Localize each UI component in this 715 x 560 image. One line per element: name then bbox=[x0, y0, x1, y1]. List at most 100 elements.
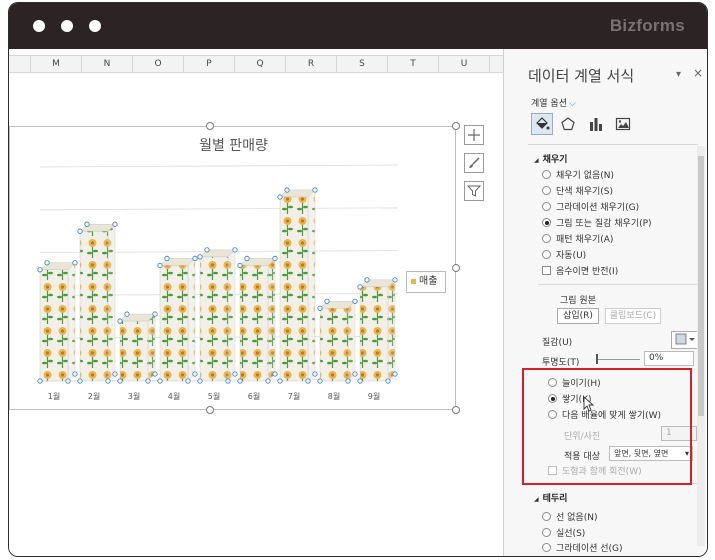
radio-button[interactable] bbox=[542, 528, 551, 537]
bar-selection-marker[interactable] bbox=[164, 255, 170, 262]
chart-bar[interactable] bbox=[237, 255, 278, 384]
close-icon[interactable]: × bbox=[693, 66, 703, 80]
chart-filters-button[interactable] bbox=[464, 181, 484, 201]
radio-automatic-fill[interactable]: 자동(U) bbox=[542, 249, 586, 263]
border-section-header[interactable]: ◢ 테두리 bbox=[534, 491, 567, 504]
radio-button[interactable] bbox=[542, 202, 551, 211]
column-header[interactable]: T bbox=[388, 56, 439, 72]
window-dot-1[interactable] bbox=[33, 20, 45, 32]
bar-selection-marker[interactable] bbox=[197, 254, 203, 260]
bar-selection-marker[interactable] bbox=[152, 371, 158, 377]
bar-selection-marker[interactable] bbox=[152, 311, 158, 317]
bar-selection-marker[interactable] bbox=[317, 305, 323, 311]
radio-solid-line[interactable]: 실선(S) bbox=[542, 527, 585, 541]
chart-elements-button[interactable] bbox=[464, 125, 484, 145]
column-header[interactable]: N bbox=[82, 56, 133, 72]
bar-selection-marker[interactable] bbox=[157, 262, 163, 269]
column-header[interactable]: O bbox=[133, 56, 184, 72]
bar-selection-marker[interactable] bbox=[237, 262, 243, 269]
spreadsheet-area[interactable]: M N O P Q R S T U 월별 판매량 1월 2월 3월 4월 5월 6월 7월 8… bbox=[9, 49, 503, 556]
column-header-partial[interactable] bbox=[9, 56, 31, 72]
column-header[interactable]: R bbox=[286, 56, 337, 72]
bar-selection-marker[interactable] bbox=[77, 228, 83, 234]
radio-button[interactable] bbox=[542, 250, 551, 259]
bar-selection-marker[interactable] bbox=[84, 221, 90, 227]
bar-selection-marker[interactable] bbox=[277, 194, 283, 200]
pane-options-icon[interactable]: ▾ bbox=[676, 69, 681, 80]
radio-picture-fill[interactable]: 그림 또는 질감 채우기(P) bbox=[542, 217, 652, 231]
chart-bar[interactable] bbox=[157, 255, 198, 384]
bar-selection-marker[interactable] bbox=[225, 378, 231, 384]
invert-if-negative-checkbox[interactable]: 음수이면 반전(I) bbox=[542, 265, 618, 279]
insert-button[interactable]: 삽입(R) bbox=[557, 308, 599, 324]
clipboard-button[interactable]: 클립보드(C) bbox=[605, 308, 661, 324]
window-dot-3[interactable] bbox=[89, 20, 101, 32]
radio-button[interactable] bbox=[542, 170, 551, 179]
resize-handle[interactable] bbox=[452, 122, 460, 130]
column-header[interactable]: Q bbox=[235, 56, 286, 72]
bar-selection-marker[interactable] bbox=[117, 378, 123, 384]
bar-selection-marker[interactable] bbox=[192, 255, 198, 262]
bar-selection-marker[interactable] bbox=[37, 378, 43, 384]
bar-selection-marker[interactable] bbox=[65, 378, 71, 384]
chart-bar[interactable] bbox=[317, 298, 358, 384]
bar-selection-marker[interactable] bbox=[237, 378, 243, 384]
checkbox[interactable] bbox=[542, 266, 551, 275]
bar-selection-marker[interactable] bbox=[312, 371, 318, 377]
bar-selection-marker[interactable] bbox=[145, 378, 151, 384]
bar-selection-marker[interactable] bbox=[112, 221, 118, 227]
bar-selection-marker[interactable] bbox=[305, 378, 311, 384]
chart-bar[interactable] bbox=[117, 311, 158, 384]
resize-handle[interactable] bbox=[452, 264, 460, 272]
bar-selection-marker[interactable] bbox=[117, 318, 123, 324]
bar-selection-marker[interactable] bbox=[204, 247, 210, 253]
bar-selection-marker[interactable] bbox=[364, 277, 370, 283]
pane-scrollbar[interactable] bbox=[697, 146, 705, 546]
radio-button[interactable] bbox=[542, 186, 551, 195]
column-header[interactable]: M bbox=[31, 56, 82, 72]
chart-bar[interactable] bbox=[77, 221, 118, 384]
bar-selection-marker[interactable] bbox=[277, 378, 283, 384]
fill-section-header[interactable]: ◢ 채우기 bbox=[534, 152, 567, 165]
radio-gradient-line[interactable]: 그라데이션 선(G) bbox=[542, 542, 623, 553]
chart-styles-button[interactable] bbox=[464, 153, 484, 173]
bar-selection-marker[interactable] bbox=[324, 298, 330, 304]
slider-thumb[interactable] bbox=[596, 354, 598, 364]
radio-solid-fill[interactable]: 단색 채우기(S) bbox=[542, 185, 613, 199]
radio-gradient-fill[interactable]: 그라데이션 채우기(G) bbox=[542, 201, 639, 215]
bar-selection-marker[interactable] bbox=[157, 378, 163, 384]
bar-selection-marker[interactable] bbox=[112, 371, 118, 377]
radio-button-selected[interactable] bbox=[542, 218, 551, 227]
bar-selection-marker[interactable] bbox=[352, 371, 358, 377]
bar-selection-marker[interactable] bbox=[317, 378, 323, 384]
chart-bar[interactable] bbox=[277, 187, 318, 384]
bar-selection-marker[interactable] bbox=[345, 378, 351, 384]
scrollbar-thumb[interactable] bbox=[698, 156, 704, 416]
tab-picture[interactable] bbox=[612, 113, 634, 135]
transparency-input[interactable]: 0% bbox=[644, 351, 694, 366]
bar-selection-marker[interactable] bbox=[385, 378, 391, 384]
bar-selection-marker[interactable] bbox=[124, 311, 130, 317]
bar-selection-marker[interactable] bbox=[185, 378, 191, 384]
bar-selection-marker[interactable] bbox=[232, 247, 238, 253]
bar-selection-marker[interactable] bbox=[352, 298, 358, 304]
bar-selection-marker[interactable] bbox=[72, 260, 78, 266]
radio-button[interactable] bbox=[542, 512, 551, 521]
chart-object[interactable]: 월별 판매량 1월 2월 3월 4월 5월 6월 7월 8월 9월 매출 bbox=[9, 126, 456, 410]
transparency-slider[interactable] bbox=[596, 359, 640, 360]
window-dot-2[interactable] bbox=[61, 20, 73, 32]
column-header[interactable]: U bbox=[439, 56, 490, 72]
bar-selection-marker[interactable] bbox=[284, 187, 290, 193]
bar-selection-marker[interactable] bbox=[272, 255, 278, 262]
column-header[interactable]: P bbox=[184, 56, 235, 72]
bar-selection-marker[interactable] bbox=[357, 284, 363, 290]
bar-selection-marker[interactable] bbox=[44, 260, 50, 266]
bar-selection-marker[interactable] bbox=[72, 371, 78, 377]
bar-selection-marker[interactable] bbox=[392, 371, 398, 377]
chart-legend[interactable]: 매출 bbox=[406, 271, 446, 293]
resize-handle[interactable] bbox=[206, 406, 214, 414]
bar-selection-marker[interactable] bbox=[232, 371, 238, 377]
tab-effects[interactable] bbox=[557, 113, 579, 135]
tab-fill-line[interactable] bbox=[531, 113, 553, 135]
bar-selection-marker[interactable] bbox=[265, 378, 271, 384]
